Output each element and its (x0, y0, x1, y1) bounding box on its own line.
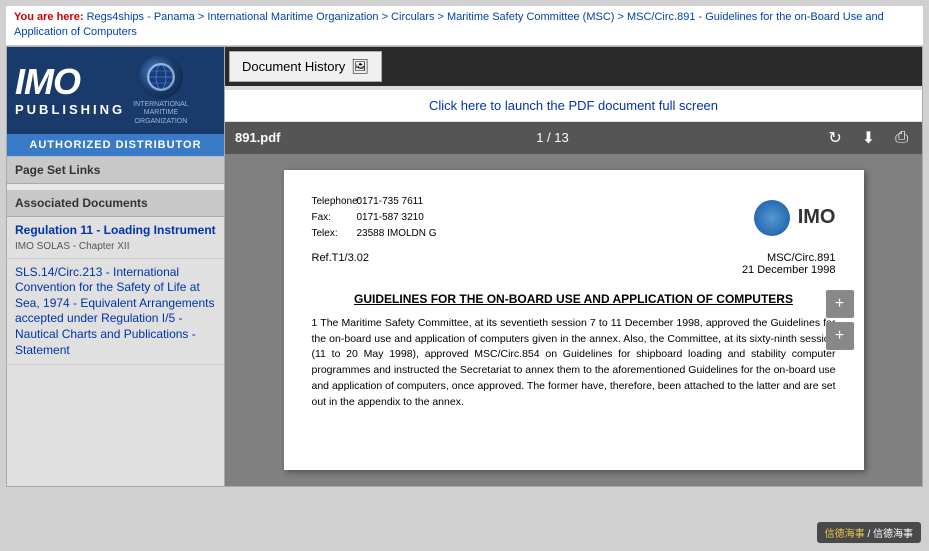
doc2-link[interactable]: SLS.14/Circ.213 - International Conventi… (15, 265, 216, 359)
zoom-plus-button-1[interactable]: + (826, 290, 854, 318)
logo-right: INTERNATIONALMARITIMEORGANIZATION (133, 55, 189, 126)
pdf-page-indicator: 1 / 13 (536, 130, 569, 145)
paragraph-1-text: 1 The Maritime Safety Committee, at its … (312, 317, 836, 408)
pdf-title: GUIDELINES FOR THE ON-BOARD USE AND APPL… (312, 292, 836, 306)
pdf-link-bar: Click here to launch the PDF document fu… (225, 90, 922, 122)
pdf-header: Telephone:0171-735 7611 Fax:0171-587 321… (312, 194, 836, 242)
pdf-body-text: 1 The Maritime Safety Committee, at its … (312, 316, 836, 411)
pdf-paragraph-1: 1 The Maritime Safety Committee, at its … (312, 316, 836, 411)
pdf-ref: Ref.T1/3.02 (312, 252, 369, 264)
pdf-download-button[interactable]: ⬇ (858, 126, 879, 150)
doc1-link[interactable]: Regulation 11 - Loading Instrument (15, 223, 216, 239)
authorized-distributor-bar: AUTHORIZED DISTRIBUTOR (7, 134, 224, 156)
you-are-here-label: You are here: (14, 11, 84, 23)
breadcrumb-path: Regs4ships - Panama > International Mari… (14, 11, 884, 38)
doc-history-icon: 🖼 (351, 58, 369, 75)
doc-history-button[interactable]: Document History 🖼 (229, 51, 382, 82)
pdf-print-button[interactable]: ⎙ (891, 127, 912, 149)
telephone-label: Telephone: (312, 194, 357, 210)
pdf-logo: IMO (754, 194, 836, 242)
page-set-links-section: Page Set Links (7, 156, 224, 184)
imo-globe-icon (139, 55, 183, 99)
sidebar: IMO PUBLISHING INTERNATIONALMARITIMEORG (7, 47, 225, 486)
doc-history-bar: Document History 🖼 (225, 47, 922, 86)
logo-area: IMO PUBLISHING INTERNATIONALMARITIMEORG (7, 47, 224, 134)
pdf-filename: 891.pdf (235, 130, 281, 145)
doc1-sub: IMO SOLAS - Chapter XII (15, 241, 216, 252)
pdf-controls: ↻ ⬇ ⎙ (824, 126, 912, 150)
international-text: INTERNATIONALMARITIMEORGANIZATION (133, 101, 189, 126)
pdf-imo-globe (754, 200, 790, 236)
fax-label: Fax: (312, 210, 357, 226)
fax-value: 0171-587 3210 (357, 212, 424, 223)
content-area: Document History 🖼 Click here to launch … (225, 47, 922, 486)
telephone-value: 0171-735 7611 (357, 196, 424, 207)
pdf-content-area: Telephone:0171-735 7611 Fax:0171-587 321… (225, 154, 922, 486)
pdf-doc-ref: MSC/Circ.891 (742, 252, 836, 264)
pdf-toolbar: 891.pdf 1 / 13 ↻ ⬇ ⎙ (225, 122, 922, 154)
pdf-imo-text: IMO (798, 206, 836, 229)
imo-logo: IMO PUBLISHING (15, 64, 125, 117)
pdf-date: 21 December 1998 (742, 264, 836, 276)
pdf-refresh-button[interactable]: ↻ (824, 126, 845, 150)
telex-label: Telex: (312, 226, 357, 242)
float-buttons: + + (826, 290, 854, 350)
imo-text: IMO (15, 64, 80, 100)
pdf-page: Telephone:0171-735 7611 Fax:0171-587 321… (284, 170, 864, 470)
authorized-distributor-label: AUTHORIZED DISTRIBUTOR (29, 139, 201, 151)
breadcrumb-bar: You are here: Regs4ships - Panama > Inte… (6, 6, 923, 46)
doc-list: Regulation 11 - Loading Instrument IMO S… (7, 217, 224, 486)
pdf-fullscreen-link[interactable]: Click here to launch the PDF document fu… (429, 98, 718, 113)
telex-value: 23588 IMOLDN G (357, 228, 437, 239)
list-item: SLS.14/Circ.213 - International Conventi… (7, 259, 224, 366)
associated-docs-label: Associated Documents (15, 196, 148, 210)
list-item: Regulation 11 - Loading Instrument IMO S… (7, 217, 224, 259)
pdf-meta: MSC/Circ.891 21 December 1998 (742, 252, 836, 276)
associated-docs-header: Associated Documents (7, 190, 224, 217)
publishing-text: PUBLISHING (15, 102, 125, 117)
zoom-plus-button-2[interactable]: + (826, 322, 854, 350)
page-set-links-label: Page Set Links (15, 163, 100, 177)
pdf-contact-info: Telephone:0171-735 7611 Fax:0171-587 321… (312, 194, 437, 242)
doc-history-label: Document History (242, 59, 345, 74)
